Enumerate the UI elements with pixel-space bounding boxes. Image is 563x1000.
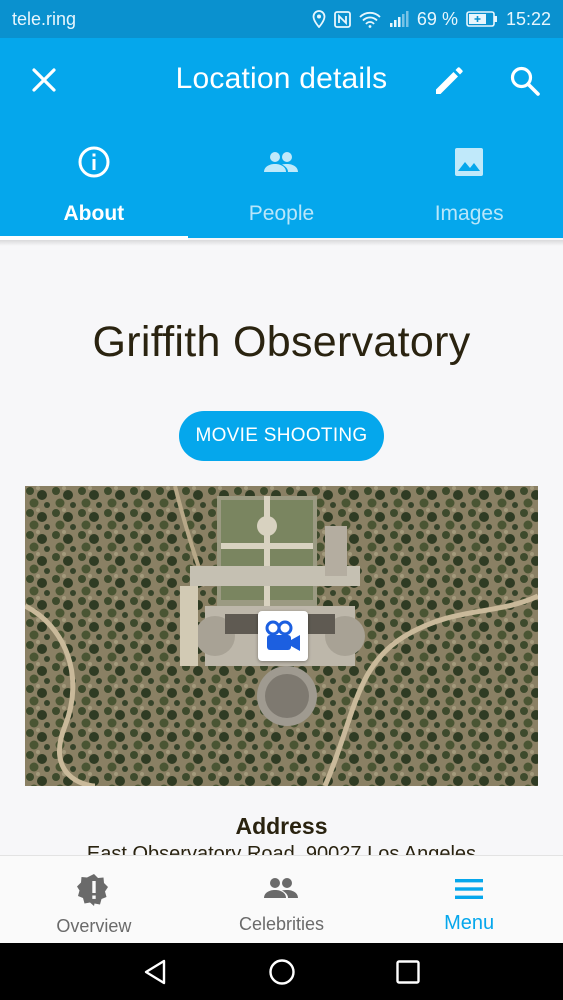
address-text: East Observatory Road, 90027 Los Angeles (86, 843, 477, 855)
people-icon (264, 152, 299, 172)
location-name: Griffith Observatory (92, 318, 471, 366)
status-bar: tele.ring 69 % 15:22 (0, 0, 563, 38)
tab-about[interactable]: About (0, 138, 188, 240)
battery-icon (466, 11, 498, 27)
back-icon (144, 959, 166, 985)
page-title: Location details (175, 62, 388, 95)
wifi-icon (359, 11, 381, 28)
nav-menu-label: Menu (444, 912, 495, 934)
signal-icon (389, 11, 409, 27)
home-button[interactable] (267, 957, 297, 987)
home-icon (269, 959, 295, 985)
category-chip[interactable]: MOVIE SHOOTING (179, 411, 384, 461)
map-marker[interactable] (258, 611, 308, 661)
recents-button[interactable] (393, 957, 423, 987)
tab-images-label: Images (434, 202, 504, 225)
nav-overview[interactable]: Overview (0, 856, 188, 943)
nav-celebrities-label: Celebrities (238, 914, 324, 934)
location-pin-icon (312, 10, 326, 28)
nav-celebrities[interactable]: Celebrities (188, 856, 376, 943)
back-button[interactable] (140, 957, 170, 987)
image-icon (455, 148, 484, 176)
edit-icon (436, 67, 463, 94)
clock: 15:22 (505, 8, 551, 29)
tab-people-label: People (248, 202, 315, 225)
app-bar: Location details About People Images (0, 38, 563, 238)
carrier-name: tele.ring (12, 8, 77, 29)
nfc-icon (334, 10, 351, 28)
search-icon (510, 66, 540, 96)
tab-images[interactable]: Images (375, 138, 563, 240)
tab-bar: About People Images (0, 138, 563, 240)
search-button[interactable] (508, 64, 542, 98)
bottom-navigation: Overview Celebrities Menu (0, 855, 563, 943)
toolbar: Location details (0, 38, 563, 126)
info-icon (78, 146, 110, 178)
address-heading: Address (235, 813, 328, 839)
tab-people[interactable]: People (188, 138, 376, 240)
movie-camera-icon (265, 620, 300, 651)
edit-button[interactable] (432, 64, 466, 98)
system-navigation-bar (0, 943, 563, 1000)
location-details-content[interactable]: Griffith Observatory MOVIE SHOOTING Addr… (0, 240, 563, 855)
battery-percent: 69 % (416, 8, 458, 29)
satellite-map[interactable] (25, 486, 538, 786)
tab-about-label: About (63, 202, 125, 225)
people-icon (264, 878, 299, 898)
menu-icon (455, 879, 484, 899)
alert-badge-icon (76, 874, 108, 906)
recents-icon (396, 960, 420, 984)
nav-menu[interactable]: Menu (375, 856, 563, 943)
nav-overview-label: Overview (56, 916, 132, 936)
status-icons: 69 % 15:22 (312, 9, 551, 30)
